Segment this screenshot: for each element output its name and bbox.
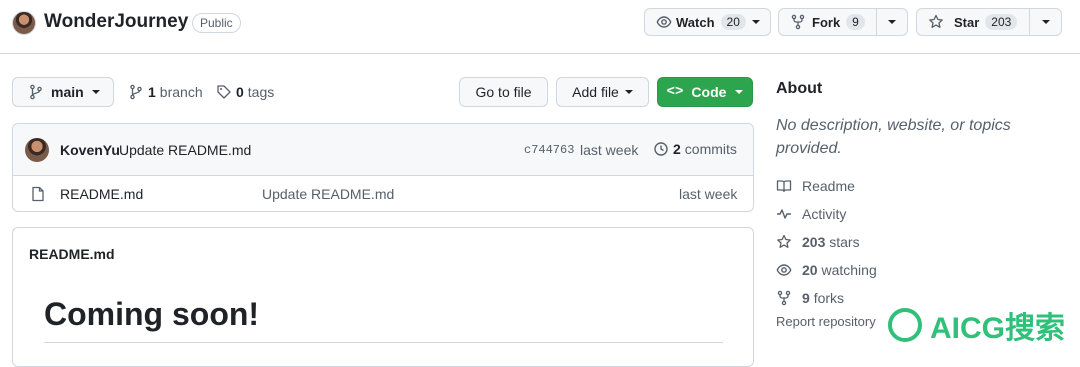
branch-icon — [128, 84, 144, 100]
caret-down-icon — [91, 90, 100, 94]
stars-label: stars — [829, 234, 860, 250]
star-icon — [776, 234, 792, 250]
repo-header: WonderJourney Public Watch 20 Fork 9 Sta… — [0, 0, 1080, 54]
commit-author-avatar[interactable] — [25, 138, 49, 162]
readme-panel: README.md Coming soon! — [12, 227, 754, 367]
commits-label: commits — [684, 141, 737, 157]
star-button[interactable]: Star 203 — [916, 8, 1062, 36]
code-icon: <> — [666, 84, 684, 100]
commits-link[interactable]: 2 commits — [653, 141, 737, 157]
commit-hash[interactable]: c744763 — [524, 143, 574, 157]
star-label: Star — [954, 14, 980, 30]
branch-name: main — [51, 84, 84, 100]
add-file-label: Add file — [572, 84, 619, 100]
caret-down-icon — [1041, 20, 1050, 24]
about-sidebar: About No description, website, or topics… — [776, 80, 1066, 329]
star-count: 203 — [985, 14, 1018, 30]
readme-heading: Coming soon! — [44, 296, 260, 332]
file-browser: KovenYu Update README.md c744763 last we… — [12, 123, 754, 212]
caret-down-icon — [887, 20, 896, 24]
book-icon — [776, 178, 792, 194]
caret-down-icon — [751, 20, 760, 24]
watermark: AICG搜索 — [888, 300, 1078, 350]
go-to-file-button[interactable]: Go to file — [459, 77, 548, 107]
fork-count: 9 — [846, 14, 865, 30]
history-icon — [653, 141, 669, 157]
watch-dropdown[interactable] — [741, 9, 770, 35]
repo-name[interactable]: WonderJourney — [44, 11, 188, 33]
tags-label: tags — [247, 84, 275, 100]
about-description: No description, website, or topics provi… — [776, 117, 1011, 157]
file-commit-message[interactable]: Update README.md — [262, 186, 394, 202]
file-row: README.md Update README.md last week — [13, 176, 753, 212]
about-readme[interactable]: Readme — [776, 172, 1066, 200]
commit-time: last week — [580, 142, 639, 158]
heading-divider — [44, 342, 723, 343]
tags-link[interactable]: 0 tags — [216, 84, 274, 100]
forks-label: forks — [813, 290, 845, 306]
code-button[interactable]: <> Code — [657, 77, 753, 107]
star-dropdown[interactable] — [1029, 9, 1061, 35]
branch-icon — [28, 84, 44, 100]
activity-link: Activity — [802, 206, 847, 222]
fork-dropdown[interactable] — [875, 9, 907, 35]
about-activity[interactable]: Activity — [776, 200, 1066, 228]
watch-label: Watch — [676, 14, 715, 30]
caret-down-icon — [735, 90, 744, 94]
branches-count: 1 — [148, 84, 156, 100]
about-stars[interactable]: 203 stars — [776, 228, 1066, 256]
about-watching[interactable]: 20 watching — [776, 256, 1066, 284]
branch-selector[interactable]: main — [12, 77, 114, 107]
file-icon — [30, 186, 46, 202]
magnifier-icon — [888, 308, 922, 342]
pulse-icon — [776, 206, 792, 222]
tag-icon — [216, 84, 232, 100]
fork-label: Fork — [812, 14, 841, 30]
readme-link: Readme — [802, 178, 855, 194]
commit-message[interactable]: Update README.md — [119, 142, 251, 158]
fork-button[interactable]: Fork 9 — [778, 8, 908, 36]
commit-author[interactable]: KovenYu — [60, 142, 120, 158]
file-time: last week — [679, 186, 738, 202]
stars-count: 203 — [802, 234, 826, 250]
watching-count: 20 — [802, 262, 818, 278]
watching-label: watching — [821, 262, 877, 278]
visibility-badge: Public — [192, 13, 241, 33]
commits-count: 2 — [673, 141, 681, 157]
watch-button[interactable]: Watch 20 — [644, 8, 771, 36]
add-file-button[interactable]: Add file — [556, 77, 649, 107]
about-title: About — [776, 80, 823, 97]
tags-count: 0 — [236, 84, 244, 100]
fork-icon — [790, 14, 806, 30]
branches-link[interactable]: 1 branch — [128, 84, 203, 100]
file-name[interactable]: README.md — [60, 186, 143, 202]
latest-commit-bar: KovenYu Update README.md c744763 last we… — [13, 124, 753, 176]
eye-icon — [776, 262, 792, 278]
forks-count: 9 — [802, 290, 810, 306]
readme-title: README.md — [29, 246, 115, 262]
fork-icon — [776, 290, 792, 306]
eye-icon — [656, 14, 672, 30]
watermark-text: AICG搜索 — [930, 312, 1065, 345]
star-icon — [928, 14, 944, 30]
caret-down-icon — [624, 90, 633, 94]
code-label: Code — [691, 84, 727, 100]
owner-avatar[interactable] — [12, 11, 36, 35]
branches-label: branch — [159, 84, 203, 100]
